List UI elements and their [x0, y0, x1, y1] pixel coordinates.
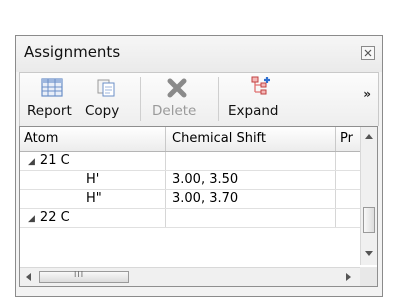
atom-cell: ◢ 21 C — [20, 152, 166, 170]
horizontal-scrollbar[interactable]: III — [20, 267, 360, 286]
column-header-atom[interactable]: Atom — [20, 127, 166, 151]
atom-cell: H' — [20, 171, 166, 189]
table-row[interactable]: H' 3.00, 3.50 — [20, 171, 360, 190]
shift-cell: 3.00, 3.70 — [166, 190, 336, 208]
expand-tree-icon — [251, 76, 270, 95]
vertical-scrollbar[interactable] — [360, 127, 377, 265]
atom-cell: ◢ 22 C — [20, 209, 166, 227]
vertical-scroll-thumb[interactable] — [363, 207, 375, 233]
column-header-pr[interactable]: Pr — [336, 127, 360, 151]
copy-label: Copy — [85, 103, 120, 119]
collapse-caret-icon[interactable]: ◢ — [28, 157, 35, 167]
expand-label: Expand — [228, 103, 279, 119]
atom-value: 21 C — [39, 153, 70, 168]
atom-value: 22 C — [39, 210, 70, 225]
shift-cell: 3.00, 3.50 — [166, 171, 336, 189]
scroll-down-arrow-icon[interactable] — [365, 251, 373, 256]
grid-header: Atom Chemical Shift Pr — [20, 127, 360, 152]
copy-button[interactable]: Copy — [82, 73, 132, 125]
close-button[interactable] — [361, 46, 375, 60]
assignments-grid: Atom Chemical Shift Pr ◢ 21 C H' 3.00, 3.… — [19, 126, 378, 287]
scroll-left-arrow-icon[interactable] — [26, 273, 31, 281]
assignments-panel: Assignments Report Copy Delete Expand » … — [15, 35, 383, 297]
toolbar-separator — [140, 77, 141, 121]
expand-button[interactable]: Expand — [222, 73, 302, 125]
table-row[interactable]: ◢ 22 C — [20, 209, 360, 228]
scroll-grip: III — [74, 270, 85, 279]
delete-button[interactable]: Delete — [144, 73, 214, 125]
scroll-right-arrow-icon[interactable] — [346, 273, 351, 281]
shift-cell — [166, 209, 336, 227]
column-header-chemical-shift[interactable]: Chemical Shift — [166, 127, 336, 151]
scroll-corner — [360, 267, 377, 286]
toolbar-separator — [218, 77, 219, 121]
delete-label: Delete — [152, 103, 197, 119]
table-row[interactable]: H" 3.00, 3.70 — [20, 190, 360, 209]
table-row[interactable]: ◢ 21 C — [20, 152, 360, 171]
toolbar-overflow-chevron[interactable]: » — [363, 87, 371, 101]
report-label: Report — [27, 103, 72, 119]
scroll-up-arrow-icon[interactable] — [365, 134, 373, 139]
delete-x-icon — [167, 78, 187, 98]
atom-cell: H" — [20, 190, 166, 208]
panel-titlebar: Assignments — [16, 36, 382, 72]
panel-title: Assignments — [24, 43, 121, 61]
shift-cell — [166, 152, 336, 170]
table-icon — [41, 78, 63, 97]
collapse-caret-icon[interactable]: ◢ — [28, 214, 35, 224]
horizontal-scroll-thumb[interactable]: III — [39, 270, 129, 283]
close-icon — [364, 49, 372, 57]
copy-icon — [97, 79, 115, 97]
report-button[interactable]: Report — [24, 73, 80, 125]
toolbar: Report Copy Delete Expand » — [19, 72, 379, 126]
